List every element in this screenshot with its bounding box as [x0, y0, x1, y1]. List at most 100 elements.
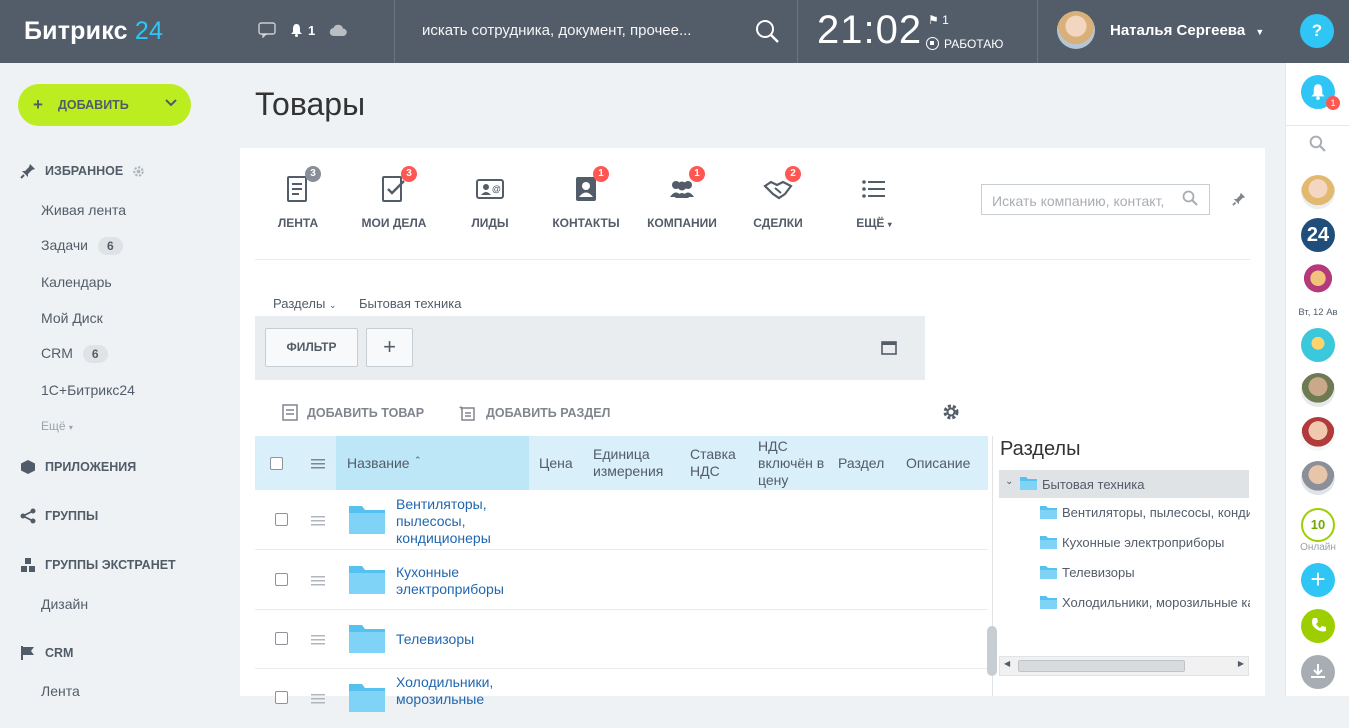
add-product-button[interactable]: ДОБАВИТЬ ТОВАР: [282, 404, 424, 421]
groups-section[interactable]: ГРУППЫ: [20, 508, 98, 524]
avatar[interactable]: [1301, 373, 1335, 407]
bell-icon[interactable]: 1: [290, 23, 315, 38]
breadcrumb-current[interactable]: Бытовая техника: [359, 296, 461, 311]
pin-icon[interactable]: [1232, 192, 1246, 206]
horizontal-scrollbar[interactable]: ◀ ▶: [999, 656, 1249, 676]
crm-menu-companies[interactable]: 1 КОМПАНИИ: [639, 166, 725, 230]
sidebar-item-tasks[interactable]: Задачи 6: [41, 237, 123, 255]
menu-icon[interactable]: [311, 515, 325, 527]
sidebar-item-calendar[interactable]: Календарь: [41, 274, 112, 290]
avatar[interactable]: [1301, 263, 1335, 297]
contact-card-icon: @: [476, 179, 504, 199]
notifications-button[interactable]: 1: [1301, 75, 1340, 110]
sidebar-item-disk[interactable]: Мой Диск: [41, 310, 103, 326]
row-checkbox[interactable]: [275, 513, 288, 526]
clock[interactable]: 21:02: [817, 8, 922, 53]
row-checkbox[interactable]: [275, 632, 288, 645]
online-counter[interactable]: 10: [1301, 508, 1335, 542]
gear-icon[interactable]: [942, 403, 960, 421]
sidebar-item-1c[interactable]: 1С+Битрикс24: [41, 382, 135, 398]
crm-menu-feed[interactable]: 3 ЛЕНТА: [255, 166, 341, 230]
user-menu[interactable]: Наталья Сергеева ▼: [1110, 22, 1264, 39]
search-icon[interactable]: [754, 18, 780, 44]
row-checkbox[interactable]: [275, 691, 288, 704]
flag-counter[interactable]: ⚑ 1: [928, 13, 949, 27]
table-row[interactable]: Вентиляторы, пылесосы, кондиционеры: [255, 491, 988, 550]
crm-search-input[interactable]: Искать компанию, контакт,: [981, 184, 1210, 215]
crm-menu-more[interactable]: ЕЩЁ ▾: [831, 174, 917, 230]
sidebar-more[interactable]: Ещё ▾: [41, 419, 73, 433]
breadcrumb-sections[interactable]: Разделы ⌄: [273, 296, 336, 311]
phone-button[interactable]: [1301, 609, 1335, 643]
tree-item[interactable]: Холодильники, морозильные ка: [1040, 595, 1250, 610]
add-filter-button[interactable]: +: [366, 328, 413, 367]
avatar[interactable]: [1301, 417, 1335, 451]
table-row[interactable]: Телевизоры: [255, 610, 988, 669]
resize-handle[interactable]: [987, 626, 997, 676]
row-name-link[interactable]: Вентиляторы, пылесосы, кондиционеры: [396, 496, 526, 547]
chevron-down-icon[interactable]: ⌄: [1005, 476, 1013, 487]
column-vat-included[interactable]: НДС включён в цену: [758, 438, 826, 489]
column-price[interactable]: Цена: [539, 455, 584, 472]
crm-section[interactable]: CRM: [20, 645, 73, 661]
filter-button[interactable]: ФИЛЬТР: [265, 328, 358, 367]
window-icon[interactable]: [881, 341, 897, 355]
tree-item[interactable]: Телевизоры: [1040, 565, 1250, 580]
avatar[interactable]: [1057, 11, 1095, 49]
menu-icon[interactable]: [311, 575, 325, 587]
column-section[interactable]: Раздел: [838, 455, 884, 472]
cloud-icon[interactable]: [329, 24, 347, 37]
tree-item[interactable]: Вентиляторы, пылесосы, конди: [1040, 505, 1250, 520]
search-icon[interactable]: [1182, 190, 1198, 206]
logo[interactable]: Битрикс 24: [24, 17, 163, 46]
extranet-section[interactable]: ГРУППЫ ЭКСТРАНЕТ: [20, 557, 176, 573]
menu-icon[interactable]: [311, 458, 325, 470]
avatar[interactable]: [1301, 328, 1335, 362]
add-section-button[interactable]: + ДОБАВИТЬ РАЗДЕЛ: [459, 404, 610, 421]
search-icon[interactable]: [1309, 135, 1326, 152]
tree-root[interactable]: ⌄ Бытовая техника: [999, 470, 1249, 498]
arrow-right-icon[interactable]: ▶: [1238, 659, 1244, 668]
row-name-link[interactable]: Холодильники, морозильные: [396, 674, 526, 708]
crm-menu-deals[interactable]: 2 СДЕЛКИ: [735, 166, 821, 230]
help-button[interactable]: ?: [1300, 14, 1334, 48]
folder-icon: [349, 625, 385, 653]
download-button[interactable]: [1301, 655, 1335, 689]
work-status[interactable]: РАБОТАЮ: [926, 37, 1003, 51]
apps-section[interactable]: ПРИЛОЖЕНИЯ: [20, 459, 136, 475]
column-unit[interactable]: Единица измерения: [593, 446, 678, 480]
avatar[interactable]: [1301, 175, 1335, 209]
counter-badge: 1: [689, 166, 705, 182]
counter-badge: 3: [401, 166, 417, 182]
tree-item[interactable]: Кухонные электроприборы: [1040, 535, 1250, 550]
scroll-thumb[interactable]: [1018, 660, 1185, 672]
arrow-left-icon[interactable]: ◀: [1004, 659, 1010, 668]
crm-menu-leads[interactable]: @ ЛИДЫ: [447, 174, 533, 230]
column-description[interactable]: Описание: [906, 455, 970, 472]
chat-icon[interactable]: [258, 22, 276, 38]
column-name[interactable]: Название ⌃: [336, 436, 529, 490]
row-name-link[interactable]: Кухонные электроприборы: [396, 564, 526, 598]
select-all-checkbox[interactable]: [270, 457, 283, 470]
table-row[interactable]: Кухонные электроприборы: [255, 551, 988, 610]
global-search-input[interactable]: искать сотрудника, документ, прочее...: [422, 22, 691, 39]
avatar[interactable]: [1301, 461, 1335, 495]
sidebar-item-feed[interactable]: Живая лента: [41, 202, 126, 218]
add-chat-button[interactable]: +: [1301, 563, 1335, 597]
table-row[interactable]: Холодильники, морозильные: [255, 669, 988, 728]
sidebar-item-crm[interactable]: CRM 6: [41, 345, 108, 363]
row-checkbox[interactable]: [275, 573, 288, 586]
crm-menu-activities[interactable]: 3 МОИ ДЕЛА: [351, 166, 437, 230]
menu-icon[interactable]: [311, 693, 325, 705]
sidebar-item-design[interactable]: Дизайн: [41, 596, 88, 612]
bitrix-24-icon[interactable]: 24: [1301, 218, 1335, 252]
menu-icon[interactable]: [311, 634, 325, 646]
crm-menu-contacts[interactable]: 1 КОНТАКТЫ: [543, 166, 629, 230]
gear-icon[interactable]: [132, 165, 145, 178]
row-name-link[interactable]: Телевизоры: [396, 631, 526, 648]
column-vat-rate[interactable]: Ставка НДС: [690, 446, 745, 480]
add-button[interactable]: + ДОБАВИТЬ: [18, 84, 191, 126]
favorites-section[interactable]: ИЗБРАННОЕ: [20, 163, 145, 179]
sidebar-item-crm-feed[interactable]: Лента: [41, 683, 80, 699]
top-icons: 1: [258, 22, 347, 38]
